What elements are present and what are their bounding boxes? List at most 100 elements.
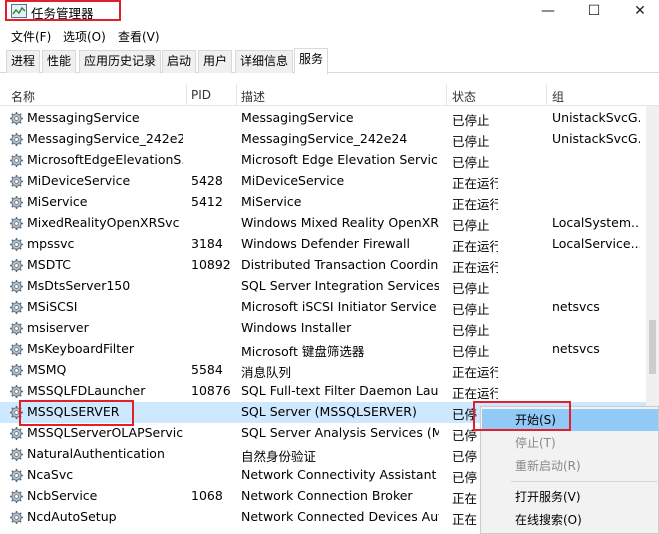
start-annotation-box bbox=[473, 401, 571, 431]
service-pid: 10876 bbox=[191, 383, 231, 398]
service-name: MiDeviceService bbox=[27, 173, 131, 188]
column-status[interactable]: 状态 bbox=[452, 88, 476, 105]
service-description: Network Connected Devices Aut... bbox=[241, 509, 439, 524]
service-status: 正在运行 bbox=[452, 176, 498, 191]
service-name: MsDtsServer150 bbox=[27, 278, 131, 293]
tab-startup[interactable]: 启动 bbox=[162, 50, 197, 73]
service-row[interactable]: MsDtsServer150 SQL Server Integration Ser… bbox=[0, 276, 646, 297]
service-name: MSSQLServerOLAPService bbox=[27, 425, 183, 440]
close-button[interactable]: ✕ bbox=[617, 0, 659, 24]
menu-item-open-services[interactable]: 打开服务(V) bbox=[482, 486, 658, 508]
service-row[interactable]: MiService 5412 MiService 正在运行 bbox=[0, 192, 646, 213]
service-gear-icon bbox=[9, 468, 24, 483]
service-row[interactable]: MessagingService_242e24 MessagingService_… bbox=[0, 129, 646, 150]
service-description: Network Connection Broker bbox=[241, 488, 413, 503]
service-gear-icon bbox=[9, 426, 24, 441]
service-pid: 5584 bbox=[191, 362, 223, 377]
service-description: MessagingService_242e24 bbox=[241, 131, 408, 146]
menu-item-search-online[interactable]: 在线搜索(O) bbox=[482, 509, 658, 531]
tab-details[interactable]: 详细信息 bbox=[235, 50, 294, 73]
service-name: msiserver bbox=[27, 320, 89, 335]
service-row[interactable]: MsKeyboardFilter Microsoft 键盘筛选器 已停止 netsvc… bbox=[0, 339, 646, 360]
service-row[interactable]: MiDeviceService 5428 MiDeviceService 正在运行 bbox=[0, 171, 646, 192]
service-status: 正在运行 bbox=[452, 386, 498, 401]
column-divider[interactable] bbox=[446, 84, 447, 106]
service-description: Windows Installer bbox=[241, 320, 352, 335]
column-divider[interactable] bbox=[546, 84, 547, 106]
tab-users[interactable]: 用户 bbox=[198, 50, 233, 73]
tab-bar: 进程 性能 应用历史记录 启动 用户 详细信息 服务 bbox=[0, 48, 659, 74]
column-group[interactable]: 组 bbox=[552, 88, 564, 105]
service-description: Windows Defender Firewall bbox=[241, 236, 410, 251]
service-group: UnistackSvcG... bbox=[552, 131, 640, 146]
service-row[interactable]: MixedRealityOpenXRSvc Windows Mixed Reali… bbox=[0, 213, 646, 234]
service-name: MSSQLFDLauncher bbox=[27, 383, 146, 398]
title-annotation-box bbox=[5, 0, 121, 21]
service-description: 消息队列 bbox=[241, 365, 292, 380]
service-group: netsvcs bbox=[552, 341, 600, 356]
menu-item-restart[interactable]: 重新启动(R) bbox=[482, 455, 658, 477]
tab-services[interactable]: 服务 bbox=[294, 48, 329, 74]
service-gear-icon bbox=[9, 237, 24, 252]
menu-item-stop[interactable]: 停止(T) bbox=[482, 432, 658, 454]
service-description: Microsoft Edge Elevation Servic... bbox=[241, 152, 439, 167]
service-row[interactable]: MSMQ 5584 消息队列 正在运行 bbox=[0, 360, 646, 381]
service-pid: 5428 bbox=[191, 173, 223, 188]
menu-bar: 文件(F) 选项(O) 查看(V) bbox=[0, 25, 659, 47]
service-row[interactable]: MicrosoftEdgeElevationS... Microsoft Edge… bbox=[0, 150, 646, 171]
service-row[interactable]: MSDTC 10892 Distributed Transaction Coordi… bbox=[0, 255, 646, 276]
menu-file[interactable]: 文件(F) bbox=[11, 28, 51, 45]
service-description: MiService bbox=[241, 194, 302, 209]
service-row[interactable]: msiserver Windows Installer 已停止 bbox=[0, 318, 646, 339]
column-divider[interactable] bbox=[186, 84, 187, 106]
tab-processes[interactable]: 进程 bbox=[6, 50, 41, 73]
service-pid: 1068 bbox=[191, 488, 223, 503]
service-group: netsvcs bbox=[552, 299, 600, 314]
minimize-button[interactable]: — bbox=[525, 0, 571, 24]
column-pid[interactable]: PID bbox=[191, 88, 211, 102]
tab-app-history[interactable]: 应用历史记录 bbox=[79, 50, 162, 73]
service-status: 已停止 bbox=[452, 113, 490, 128]
service-name: mpssvc bbox=[27, 236, 75, 251]
service-name: MiService bbox=[27, 194, 88, 209]
column-description[interactable]: 描述 bbox=[241, 88, 265, 105]
service-gear-icon bbox=[9, 216, 24, 231]
service-description: MessagingService bbox=[241, 110, 354, 125]
service-status: 已停止 bbox=[452, 281, 490, 296]
service-description: Network Connectivity Assistant bbox=[241, 467, 437, 482]
service-name: NcaSvc bbox=[27, 467, 74, 482]
menu-view[interactable]: 查看(V) bbox=[118, 28, 160, 45]
service-name: MSMQ bbox=[27, 362, 67, 377]
tab-performance[interactable]: 性能 bbox=[42, 50, 77, 73]
scrollbar-thumb[interactable] bbox=[649, 320, 656, 374]
service-gear-icon bbox=[9, 153, 24, 168]
service-description: SQL Server (MSSQLSERVER) bbox=[241, 404, 417, 419]
maximize-button[interactable]: ☐ bbox=[571, 0, 617, 24]
column-name[interactable]: 名称 bbox=[11, 88, 35, 105]
service-row[interactable]: MSiSCSI Microsoft iSCSI Initiator Service… bbox=[0, 297, 646, 318]
service-status: 已停止 bbox=[452, 218, 490, 233]
service-description: Microsoft iSCSI Initiator Service bbox=[241, 299, 437, 314]
service-name: MsKeyboardFilter bbox=[27, 341, 135, 356]
service-name: NcbService bbox=[27, 488, 98, 503]
service-description: MiDeviceService bbox=[241, 173, 345, 188]
service-row[interactable]: MessagingService MessagingService 已停止 Unist… bbox=[0, 108, 646, 129]
service-status: 正在运行 bbox=[452, 260, 498, 275]
menu-options[interactable]: 选项(O) bbox=[63, 28, 106, 45]
column-header: 名称 PID 描述 状态 组 bbox=[0, 84, 659, 106]
service-status: 已停止 bbox=[452, 344, 490, 359]
service-name: MSDTC bbox=[27, 257, 71, 272]
service-status: 已停止 bbox=[452, 302, 490, 317]
service-status: 正在运行 bbox=[452, 365, 498, 380]
service-row[interactable]: MSSQLFDLauncher 10876 SQL Full-text Filter… bbox=[0, 381, 646, 402]
service-gear-icon bbox=[9, 384, 24, 399]
service-description: Windows Mixed Reality OpenXR... bbox=[241, 215, 439, 230]
service-description: SQL Full-text Filter Daemon Laun... bbox=[241, 383, 439, 398]
column-divider[interactable] bbox=[236, 84, 237, 106]
service-status: 已停止 bbox=[452, 323, 490, 338]
service-name: MessagingService_242e24 bbox=[27, 131, 183, 146]
service-description: Microsoft 键盘筛选器 bbox=[241, 344, 365, 359]
service-gear-icon bbox=[9, 111, 24, 126]
service-name: MessagingService bbox=[27, 110, 140, 125]
service-row[interactable]: mpssvc 3184 Windows Defender Firewall 正在运行 L… bbox=[0, 234, 646, 255]
